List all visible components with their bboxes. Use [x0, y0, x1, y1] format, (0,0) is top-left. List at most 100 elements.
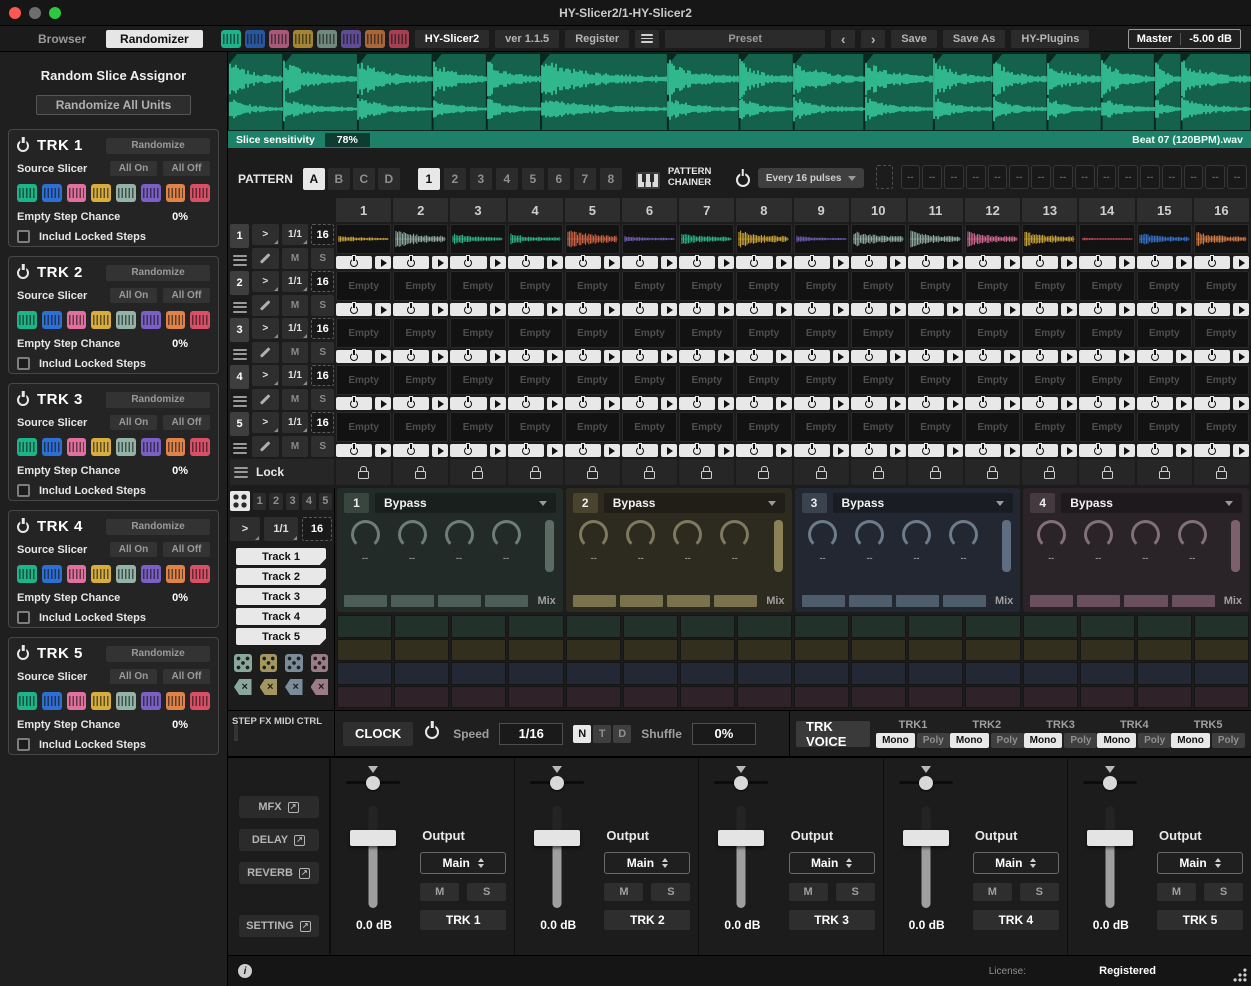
step-power-button[interactable]	[1194, 350, 1230, 363]
step-lock-button[interactable]	[336, 459, 391, 485]
step-play-button[interactable]	[490, 397, 506, 410]
step-play-button[interactable]	[890, 444, 906, 457]
step-slice-display[interactable]	[508, 224, 563, 254]
step-power-button[interactable]	[1137, 350, 1173, 363]
preset-selector[interactable]: Preset	[665, 30, 825, 48]
output-select[interactable]: Main	[420, 852, 506, 874]
all-on-button[interactable]: All On	[110, 669, 157, 684]
step-fx-cell[interactable]	[794, 662, 849, 685]
step-power-button[interactable]	[965, 350, 1001, 363]
slicer-icon[interactable]	[17, 565, 37, 583]
slicer-icon[interactable]	[67, 311, 87, 329]
step-play-button[interactable]	[890, 350, 906, 363]
step-fx-cell[interactable]	[908, 662, 963, 685]
clear-x-icon[interactable]: ×	[260, 679, 278, 695]
pan-knob[interactable]	[734, 776, 748, 790]
fx-knob[interactable]: --	[1034, 520, 1068, 591]
all-off-button[interactable]: All Off	[163, 669, 210, 684]
slicer-icon[interactable]	[67, 565, 87, 583]
slicer-icon[interactable]	[116, 311, 136, 329]
step-slice-display[interactable]: Empty	[1137, 412, 1192, 442]
chain-slot[interactable]: --	[1205, 165, 1225, 189]
pan-control[interactable]	[1082, 766, 1138, 784]
pan-knob[interactable]	[366, 776, 380, 790]
mute-button[interactable]: M	[973, 883, 1012, 901]
pattern-slot-button[interactable]: 1	[418, 168, 440, 190]
step-play-button[interactable]	[1061, 397, 1077, 410]
step-power-button[interactable]	[1194, 444, 1230, 457]
step-play-button[interactable]	[432, 397, 448, 410]
step-fx-cell[interactable]	[337, 686, 392, 709]
mono-button[interactable]: Mono	[1097, 733, 1136, 748]
fx-knob[interactable]: --	[900, 520, 934, 591]
step-fx-cell[interactable]	[965, 686, 1020, 709]
step-power-button[interactable]	[565, 397, 601, 410]
poly-button[interactable]: Poly	[1212, 733, 1245, 748]
all-off-button[interactable]: All Off	[163, 288, 210, 303]
menu-button[interactable]	[635, 30, 659, 48]
row-direction-button[interactable]: >	[252, 224, 279, 245]
save-as-button[interactable]: Save As	[943, 30, 1005, 48]
step-slice-display[interactable]: Empty	[679, 318, 734, 348]
pattern-bank-button[interactable]: A	[303, 168, 325, 190]
step-play-button[interactable]	[1119, 256, 1135, 269]
step-power-button[interactable]	[1194, 397, 1230, 410]
step-fx-cell[interactable]	[737, 615, 792, 638]
pan-control[interactable]	[345, 766, 401, 784]
track-randomize-button[interactable]: Randomize	[106, 265, 210, 281]
chain-slot[interactable]: --	[1031, 165, 1051, 189]
step-slice-display[interactable]: Empty	[736, 412, 791, 442]
step-fx-cell[interactable]	[1194, 686, 1249, 709]
step-slice-display[interactable]	[851, 224, 906, 254]
slicer-icon[interactable]	[293, 30, 313, 48]
clear-x-icon[interactable]: ×	[234, 679, 252, 695]
step-slice-display[interactable]: Empty	[1137, 365, 1192, 395]
row-solo-button[interactable]: S	[311, 436, 334, 457]
step-power-button[interactable]	[679, 397, 715, 410]
step-power-button[interactable]	[393, 444, 429, 457]
row-menu-icon[interactable]	[230, 392, 249, 410]
slicer-icon[interactable]	[17, 311, 37, 329]
fx-level-bar[interactable]	[849, 595, 892, 607]
step-slice-display[interactable]: Empty	[1137, 271, 1192, 301]
step-power-button[interactable]	[1194, 256, 1230, 269]
step-lock-button[interactable]	[851, 459, 906, 485]
row-mute-button[interactable]: M	[282, 295, 309, 316]
step-fx-cell[interactable]	[1023, 662, 1078, 685]
output-select[interactable]: Main	[973, 852, 1059, 874]
step-fx-cell[interactable]	[908, 615, 963, 638]
fx-knob[interactable]: --	[718, 520, 752, 591]
preset-prev-button[interactable]: ‹	[831, 30, 855, 48]
row-mute-button[interactable]: M	[282, 389, 309, 410]
fx-mix-slider[interactable]	[545, 520, 554, 572]
step-power-button[interactable]	[508, 444, 544, 457]
chain-slot[interactable]: --	[1184, 165, 1204, 189]
step-slice-display[interactable]	[794, 224, 849, 254]
step-fx-cell[interactable]	[394, 662, 449, 685]
all-on-button[interactable]: All On	[110, 415, 157, 430]
slicer-icon[interactable]	[91, 311, 111, 329]
step-slice-display[interactable]: Empty	[1022, 271, 1077, 301]
step-power-button[interactable]	[1079, 350, 1115, 363]
step-slice-display[interactable]: Empty	[393, 412, 448, 442]
step-slice-display[interactable]	[393, 224, 448, 254]
step-fx-cell[interactable]	[623, 662, 678, 685]
row-mute-button[interactable]: M	[282, 436, 309, 457]
step-fx-cell[interactable]	[337, 662, 392, 685]
step-slice-display[interactable]: Empty	[336, 365, 391, 395]
step-fx-cell[interactable]	[1080, 639, 1135, 662]
slicer-icon[interactable]	[42, 311, 62, 329]
step-slice-display[interactable]: Empty	[851, 271, 906, 301]
step-power-button[interactable]	[965, 397, 1001, 410]
step-power-button[interactable]	[1022, 256, 1058, 269]
fx-level-bar[interactable]	[620, 595, 663, 607]
mute-button[interactable]: M	[604, 883, 643, 901]
slicer-icon[interactable]	[365, 30, 385, 48]
include-locked-checkbox[interactable]	[17, 484, 30, 497]
chain-slot[interactable]: --	[1118, 165, 1138, 189]
hy-plugins-button[interactable]: HY-Plugins	[1011, 30, 1089, 48]
step-play-button[interactable]	[1119, 397, 1135, 410]
step-fx-cell[interactable]	[1080, 615, 1135, 638]
row-rate-button[interactable]: 1/1	[282, 224, 309, 245]
chain-slot[interactable]: --	[988, 165, 1008, 189]
